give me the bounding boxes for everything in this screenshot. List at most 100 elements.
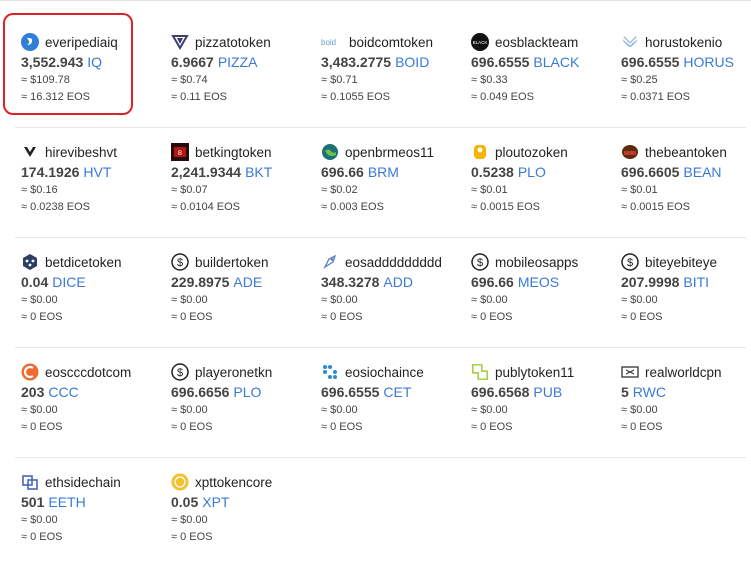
token-symbol-link[interactable]: BKT: [245, 164, 272, 180]
token-contract-name[interactable]: biteyebiteye: [645, 255, 717, 270]
token-amount: 696.6555: [321, 384, 380, 400]
token-card[interactable]: $ playeronetkn 696.6656 PLO ≈ $0.00 ≈ 0 EOS: [171, 361, 321, 451]
token-card[interactable]: $ mobileosapps 696.66 MEOS ≈ $0.00 ≈ 0 EOS: [471, 251, 621, 341]
token-card[interactable]: $ biteyebiteye 207.9998 BITI ≈ $0.00 ≈ 0 EOS: [621, 251, 751, 341]
token-card[interactable]: xpttokencore 0.05 XPT ≈ $0.00 ≈ 0 EOS: [171, 471, 321, 561]
token-balance: 203 CCC: [21, 384, 79, 400]
token-balance: 696.6555 CET: [321, 384, 411, 400]
token-header: eoscccdotcom: [21, 361, 131, 383]
token-usd-value: ≈ $0.71: [321, 74, 358, 86]
token-contract-name[interactable]: horustokenio: [645, 35, 722, 50]
svg-text:$: $: [477, 257, 483, 269]
token-balance: 696.6568 PUB: [471, 384, 562, 400]
token-symbol-link[interactable]: CCC: [48, 384, 78, 400]
token-card[interactable]: boid boidcomtoken 3,483.2775 BOID ≈ $0.71 ≈ 0…: [321, 31, 471, 121]
token-usd-value: ≈ $0.00: [171, 294, 208, 306]
token-amount: 2,241.9344: [171, 164, 242, 180]
token-card[interactable]: eosaddddddddd 348.3278 ADD ≈ $0.00 ≈ 0 EOS: [321, 251, 471, 341]
token-usd-value: ≈ $0.00: [471, 294, 508, 306]
token-symbol-link[interactable]: PLO: [518, 164, 546, 180]
token-symbol-link[interactable]: HVT: [83, 164, 111, 180]
token-symbol-link[interactable]: ADD: [383, 274, 413, 290]
token-contract-name[interactable]: buildertoken: [195, 255, 269, 270]
betdice-logo-icon: [21, 253, 39, 271]
token-card[interactable]: horustokenio 696.6555 HORUS ≈ $0.25 ≈ 0.0371…: [621, 31, 751, 121]
token-balance: 348.3278 ADD: [321, 274, 413, 290]
dollar-circle-icon: $: [171, 363, 189, 381]
token-contract-name[interactable]: betkingtoken: [195, 145, 272, 160]
token-card[interactable]: Bbetkingtoken 2,241.9344 BKT ≈ $0.07 ≈ 0.010…: [171, 141, 321, 231]
token-symbol-link[interactable]: HORUS: [683, 54, 734, 70]
token-symbol-link[interactable]: DICE: [52, 274, 85, 290]
token-contract-name[interactable]: eosaddddddddd: [345, 255, 442, 270]
token-symbol-link[interactable]: XPT: [202, 494, 229, 510]
betking-logo-icon: B: [171, 143, 189, 161]
token-symbol-link[interactable]: BOID: [395, 54, 429, 70]
token-contract-name[interactable]: eosiochaince: [345, 365, 424, 380]
token-card[interactable]: eoscccdotcom 203 CCC ≈ $0.00 ≈ 0 EOS: [21, 361, 171, 451]
token-contract-name[interactable]: publytoken11: [495, 365, 574, 380]
token-card[interactable]: eosiochaince 696.6555 CET ≈ $0.00 ≈ 0 EOS: [321, 361, 471, 451]
token-balance: 229.8975 ADE: [171, 274, 262, 290]
token-eos-value: ≈ 0.049 EOS: [471, 91, 534, 103]
token-header: pizzatotoken: [171, 31, 271, 53]
token-amount: 0.05: [171, 494, 199, 510]
token-contract-name[interactable]: ploutozoken: [495, 145, 568, 160]
token-contract-name[interactable]: xpttokencore: [195, 475, 272, 490]
token-contract-name[interactable]: mobileosapps: [495, 255, 578, 270]
token-card[interactable]: ploutozoken 0.5238 PLO ≈ $0.01 ≈ 0.0015 EOS: [471, 141, 621, 231]
token-balance: 2,241.9344 BKT: [171, 164, 272, 180]
token-symbol-link[interactable]: PUB: [533, 384, 562, 400]
token-card[interactable]: realworldcpn 5 RWC ≈ $0.00 ≈ 0 EOS: [621, 361, 751, 451]
token-card[interactable]: ethsidechain 501 EETH ≈ $0.00 ≈ 0 EOS: [21, 471, 171, 561]
token-eos-value: ≈ 0 EOS: [171, 421, 213, 433]
token-amount: 0.5238: [471, 164, 514, 180]
token-amount: 696.6605: [621, 164, 680, 180]
token-symbol-link[interactable]: EETH: [48, 494, 85, 510]
highlight-annotation: [3, 13, 133, 115]
token-balance: 6.9667 PIZZA: [171, 54, 258, 70]
token-symbol-link[interactable]: RWC: [633, 384, 666, 400]
boid-logo-icon: boid: [321, 33, 343, 51]
token-contract-name[interactable]: eosblackteam: [495, 35, 578, 50]
token-header: eosiochaince: [321, 361, 424, 383]
token-header: ethsidechain: [21, 471, 121, 493]
token-eos-value: ≈ 0 EOS: [321, 311, 363, 323]
token-contract-name[interactable]: realworldcpn: [645, 365, 722, 380]
token-contract-name[interactable]: hirevibeshvt: [45, 145, 117, 160]
token-eos-value: ≈ 0.003 EOS: [321, 201, 384, 213]
token-contract-name[interactable]: thebeantoken: [645, 145, 727, 160]
token-symbol-link[interactable]: BRM: [368, 164, 399, 180]
token-symbol-link[interactable]: BITI: [683, 274, 709, 290]
token-contract-name[interactable]: ethsidechain: [45, 475, 121, 490]
token-card[interactable]: openbrmeos11 696.66 BRM ≈ $0.02 ≈ 0.003 EOS: [321, 141, 471, 231]
token-contract-name[interactable]: eoscccdotcom: [45, 365, 131, 380]
token-eos-value: ≈ 0.11 EOS: [171, 91, 227, 103]
token-symbol-link[interactable]: ADE: [233, 274, 262, 290]
token-header: $ buildertoken: [171, 251, 269, 273]
token-card[interactable]: betdicetoken 0.04 DICE ≈ $0.00 ≈ 0 EOS: [21, 251, 171, 341]
svg-text:$: $: [177, 257, 183, 269]
token-contract-name[interactable]: boidcomtoken: [349, 35, 433, 50]
token-card[interactable]: BLACK eosblackteam 696.6555 BLACK ≈ $0.33 ≈ 0…: [471, 31, 621, 121]
token-symbol-link[interactable]: PLO: [233, 384, 261, 400]
token-symbol-link[interactable]: CET: [383, 384, 411, 400]
token-card[interactable]: hirevibeshvt 174.1926 HVT ≈ $0.16 ≈ 0.0238 E…: [21, 141, 171, 231]
token-contract-name[interactable]: playeronetkn: [195, 365, 272, 380]
token-card[interactable]: $ buildertoken 229.8975 ADE ≈ $0.00 ≈ 0 EOS: [171, 251, 321, 341]
token-contract-name[interactable]: pizzatotoken: [195, 35, 271, 50]
token-symbol-link[interactable]: PIZZA: [218, 54, 258, 70]
token-card[interactable]: publytoken11 696.6568 PUB ≈ $0.00 ≈ 0 EOS: [471, 361, 621, 451]
token-header: publytoken11: [471, 361, 574, 383]
token-contract-name[interactable]: openbrmeos11: [345, 145, 434, 160]
token-symbol-link[interactable]: BLACK: [533, 54, 579, 70]
token-amount: 501: [21, 494, 45, 510]
openbrm-globe-icon: [321, 143, 339, 161]
token-header: thebeantoken: [621, 141, 727, 163]
token-card[interactable]: pizzatotoken 6.9667 PIZZA ≈ $0.74 ≈ 0.11 EOS: [171, 31, 321, 121]
token-contract-name[interactable]: betdicetoken: [45, 255, 122, 270]
token-card[interactable]: thebeantoken 696.6605 BEAN ≈ $0.01 ≈ 0.0015 …: [621, 141, 751, 231]
token-amount: 696.6656: [171, 384, 230, 400]
token-symbol-link[interactable]: BEAN: [683, 164, 721, 180]
token-symbol-link[interactable]: MEOS: [518, 274, 559, 290]
